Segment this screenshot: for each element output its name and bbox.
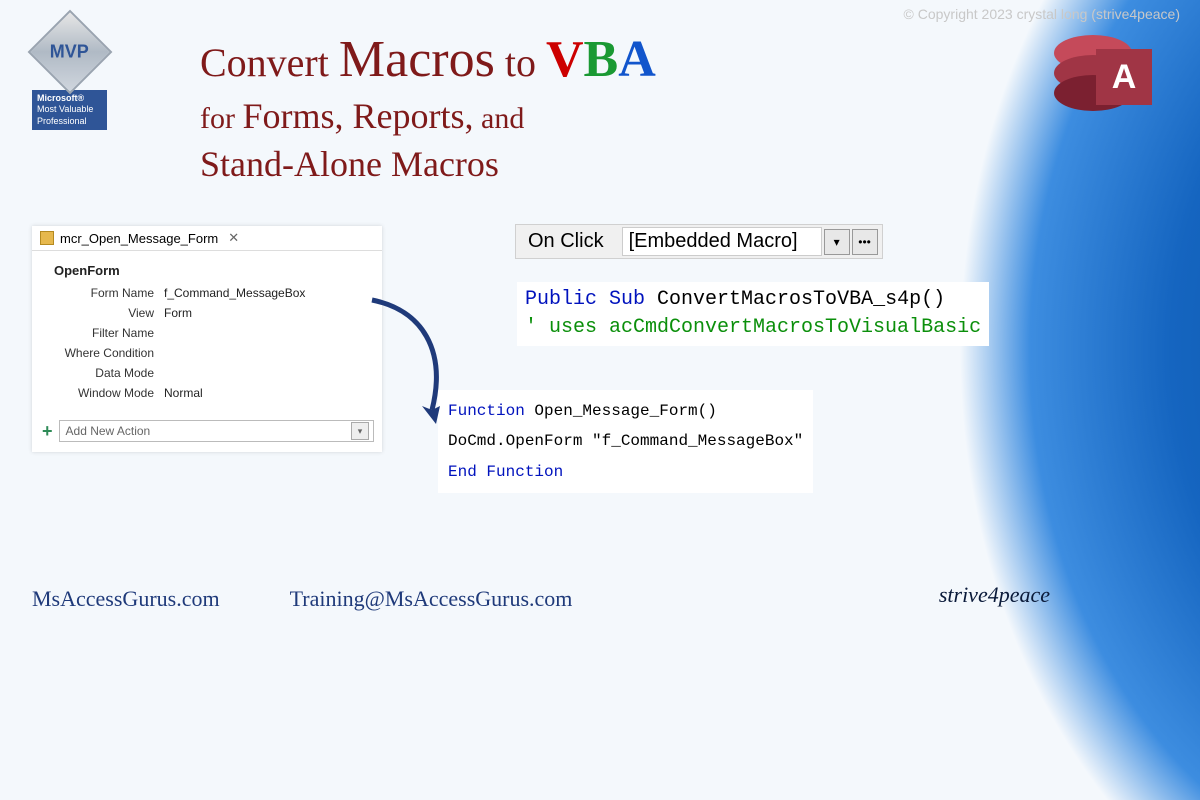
mvp-badge: MVP Microsoft® Most Valuable Professiona… <box>32 22 107 130</box>
vba-funcname: Open_Message_Form() <box>525 402 717 420</box>
property-value[interactable]: [Embedded Macro] <box>622 227 822 256</box>
macro-object-icon <box>40 231 54 245</box>
macro-row-label: View <box>46 306 164 320</box>
macro-action-name: OpenForm <box>54 263 368 278</box>
macro-body: OpenForm Form Namef_Command_MessageBox V… <box>32 251 382 416</box>
property-label: On Click <box>520 228 622 255</box>
vba-keyword: End Function <box>448 463 563 481</box>
mvp-caption: Microsoft® Most Valuable Professional <box>32 90 107 130</box>
macro-row: Where Condition <box>46 346 368 360</box>
title-pre: Convert <box>200 40 339 85</box>
property-row-onclick: On Click [Embedded Macro] ▾ ••• <box>515 224 883 259</box>
footer-site[interactable]: MsAccessGurus.com <box>32 586 220 612</box>
footer-email[interactable]: Training@MsAccessGurus.com <box>290 586 573 612</box>
macro-row-value: f_Command_MessageBox <box>164 286 305 300</box>
tab-close-icon[interactable]: ✕ <box>228 230 239 246</box>
title-forms-reports: Forms, Reports, <box>242 96 473 136</box>
macro-row-label: Data Mode <box>46 366 164 380</box>
add-action-combo[interactable]: Add New Action ▾ <box>59 420 374 442</box>
macro-row: Form Namef_Command_MessageBox <box>46 286 368 300</box>
macro-row: Filter Name <box>46 326 368 340</box>
macro-designer-panel: mcr_Open_Message_Form ✕ OpenForm Form Na… <box>32 226 382 452</box>
copyright-text: © Copyright 2023 crystal long (strive4pe… <box>904 6 1180 22</box>
macro-row-label: Where Condition <box>46 346 164 360</box>
add-action-placeholder: Add New Action <box>66 424 151 438</box>
page-title: Convert Macros to VBA for Forms, Reports… <box>200 30 960 189</box>
vba-body-line: DoCmd.OpenForm "f_Command_MessageBox" <box>448 432 803 450</box>
macro-add-action[interactable]: + Add New Action ▾ <box>32 416 382 452</box>
vba-procname: ConvertMacrosToVBA_s4p() <box>645 288 945 311</box>
vba-code-declaration: Public Sub ConvertMacrosToVBA_s4p() ' us… <box>517 282 989 346</box>
access-letter: A <box>1096 49 1152 105</box>
title-macros: Macros <box>339 31 495 88</box>
title-for: for <box>200 102 242 135</box>
title-standalone: Stand-Alone Macros <box>200 144 499 184</box>
mvp-acronym: MVP <box>50 41 89 62</box>
mvp-line3: Professional <box>37 116 87 126</box>
macro-tab[interactable]: mcr_Open_Message_Form ✕ <box>32 226 382 251</box>
vba-keyword: Function <box>448 402 525 420</box>
macro-row-value: Form <box>164 306 192 320</box>
mvp-line2: Most Valuable <box>37 104 93 114</box>
macro-row-label: Form Name <box>46 286 164 300</box>
mvp-line1: Microsoft® <box>37 93 84 103</box>
vba-code-function: Function Open_Message_Form() DoCmd.OpenF… <box>438 390 813 493</box>
macro-row-value: Normal <box>164 386 203 400</box>
macro-row: Window ModeNormal <box>46 386 368 400</box>
macro-row: ViewForm <box>46 306 368 320</box>
macro-row-label: Filter Name <box>46 326 164 340</box>
title-to: to <box>495 40 546 85</box>
property-builder-button[interactable]: ••• <box>852 229 878 255</box>
mvp-diamond-icon: MVP <box>27 10 112 95</box>
plus-icon: + <box>42 421 53 442</box>
macro-tab-name: mcr_Open_Message_Form <box>60 231 218 246</box>
signature: strive4peace <box>939 582 1050 608</box>
chevron-down-icon[interactable]: ▾ <box>351 422 369 440</box>
vba-comment: ' uses acCmdConvertMacrosToVisualBasic <box>525 316 981 339</box>
macro-row-label: Window Mode <box>46 386 164 400</box>
footer-links: MsAccessGurus.com Training@MsAccessGurus… <box>32 586 572 612</box>
property-dropdown-button[interactable]: ▾ <box>824 229 850 255</box>
title-v: V <box>546 31 584 88</box>
title-b: B <box>584 31 619 88</box>
title-a: A <box>618 31 656 88</box>
title-and: and <box>474 102 525 135</box>
vba-keyword: Public Sub <box>525 288 645 311</box>
macro-row: Data Mode <box>46 366 368 380</box>
